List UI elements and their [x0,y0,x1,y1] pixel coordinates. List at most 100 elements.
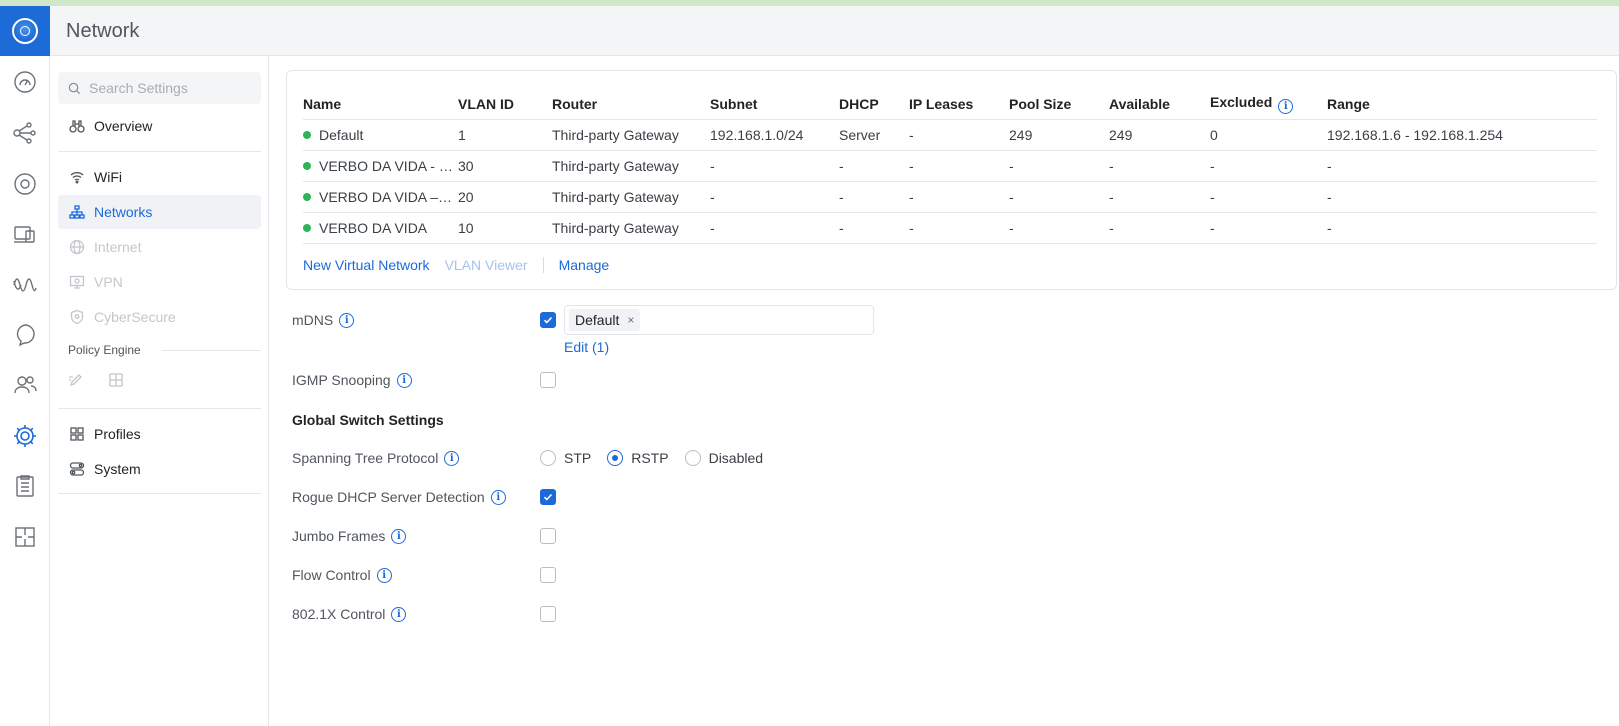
settings-gear-icon[interactable] [11,422,39,450]
unifi-logo[interactable] [0,6,50,56]
info-icon[interactable]: i [376,567,392,583]
igmp-checkbox[interactable] [540,372,556,388]
networks-table: Name VLAN ID Router Subnet DHCP IP Lease… [303,89,1597,244]
sidebar-item-wifi[interactable]: WiFi [58,160,261,194]
col-header-excluded[interactable]: Excluded i [1210,89,1327,120]
logs-clipboard-icon[interactable] [11,472,39,500]
info-icon[interactable]: i [1278,98,1294,114]
radio-rstp[interactable] [607,450,624,466]
info-icon[interactable]: i [391,528,407,544]
col-header-pool-size[interactable]: Pool Size [1009,89,1109,120]
stp-radio-group: STP RSTP Disabled [540,450,779,466]
cell: - [1109,181,1210,213]
col-header-dhcp[interactable]: DHCP [839,89,909,120]
unifi-devices-icon[interactable] [11,170,39,198]
info-icon[interactable]: i [339,312,355,328]
cell: - [1109,212,1210,244]
info-icon[interactable]: i [490,489,506,505]
sidebar-item-label: VPN [94,274,123,290]
mdns-edit-link[interactable]: Edit (1) [564,339,609,355]
radio-disabled[interactable] [684,450,701,466]
cell: 1 [458,119,552,151]
radio-disabled-label[interactable]: Disabled [709,450,763,466]
radio-stp-label[interactable]: STP [564,450,591,466]
flow-control-checkbox[interactable] [540,567,556,583]
sidebar-item-overview[interactable]: Overview [58,109,261,143]
topology-icon[interactable] [11,119,39,147]
cell: Third-party Gateway [552,119,710,151]
sidebar-item-system[interactable]: System [58,452,261,486]
search-icon [68,82,81,94]
policy-engine-tools [68,372,124,391]
dot1x-checkbox[interactable] [540,606,556,622]
col-header-router[interactable]: Router [552,89,710,120]
sidebar-item-label: Networks [94,204,153,220]
table-row[interactable]: VERBO DA VIDA 10 Third-party Gateway - -… [303,212,1597,244]
cell: 192.168.1.6 - 192.168.1.254 [1327,119,1597,151]
sidebar-item-networks[interactable]: Networks [58,195,261,229]
sidebar-item-cybersecure[interactable]: CyberSecure [58,300,261,334]
igmp-row: IGMP Snooping i [292,370,412,390]
mdns-checkbox[interactable] [540,312,556,328]
radio-stp[interactable] [540,450,556,466]
col-header-ip-leases[interactable]: IP Leases [909,89,1009,120]
sidebar-item-label: System [94,461,141,477]
vlan-viewer-link[interactable]: VLAN Viewer [445,257,528,273]
sidebar-item-profiles[interactable]: Profiles [58,417,261,451]
chat-bubble-icon[interactable] [11,321,39,349]
mdns-network-select[interactable]: Default × [564,305,874,335]
col-header-range[interactable]: Range [1327,89,1597,120]
users-icon[interactable] [11,371,39,399]
cell: Third-party Gateway [552,150,710,182]
search-input[interactable] [89,80,259,96]
table-row[interactable]: Default 1 Third-party Gateway 192.168.1.… [303,119,1597,151]
dashboard-icon[interactable] [11,68,39,96]
search-box[interactable] [58,72,261,104]
vpn-monitor-icon [68,273,86,291]
remove-tag-icon[interactable]: × [627,313,634,327]
jumbo-frames-checkbox[interactable] [540,528,556,544]
cell-name: VERBO DA VIDA –… [303,181,458,213]
sidebar-divider [58,408,261,409]
info-icon[interactable]: i [396,372,412,388]
checkmark-icon [543,316,553,324]
page-title: Network [66,20,140,42]
cell: 249 [1009,119,1109,151]
floorplan-icon[interactable] [11,523,39,551]
cell: - [839,181,909,213]
jumbo-frames-row: Jumbo Frames i [292,526,407,546]
col-header-available[interactable]: Available [1109,89,1210,120]
cell: - [909,212,1009,244]
table-row[interactable]: VERBO DA VIDA –… 20 Third-party Gateway … [303,181,1597,213]
sidebar-item-internet[interactable]: Internet [58,230,261,264]
cell: 0 [1210,119,1327,151]
table-row[interactable]: VERBO DA VIDA - … 30 Third-party Gateway… [303,150,1597,182]
col-header-subnet[interactable]: Subnet [710,89,839,120]
mdns-tag: Default × [569,309,641,331]
cell: Third-party Gateway [552,181,710,213]
manage-link[interactable]: Manage [559,257,610,273]
policy-table-icon[interactable] [108,372,124,391]
info-icon[interactable]: i [391,606,407,622]
cell: - [909,119,1009,151]
sidebar-item-vpn[interactable]: VPN [58,265,261,299]
insights-wave-icon[interactable] [11,271,39,299]
cell: - [1009,181,1109,213]
col-header-name[interactable]: Name [303,89,458,120]
policy-pencil-icon[interactable] [68,372,84,391]
dot1x-label: 802.1X Control [292,606,386,622]
cell: - [1210,212,1327,244]
system-toggle-icon [68,460,86,478]
cell: - [839,212,909,244]
sidebar-item-label: Internet [94,239,142,255]
cell-name: Default [303,119,458,151]
policy-engine-divider [162,350,261,351]
col-header-vlan-id[interactable]: VLAN ID [458,89,552,120]
cell: - [1327,181,1597,213]
new-virtual-network-link[interactable]: New Virtual Network [303,257,430,273]
info-icon[interactable]: i [444,450,460,466]
radio-rstp-label[interactable]: RSTP [631,450,668,466]
cell: 192.168.1.0/24 [710,119,839,151]
client-devices-icon[interactable] [11,220,39,248]
rogue-dhcp-checkbox[interactable] [540,489,556,505]
